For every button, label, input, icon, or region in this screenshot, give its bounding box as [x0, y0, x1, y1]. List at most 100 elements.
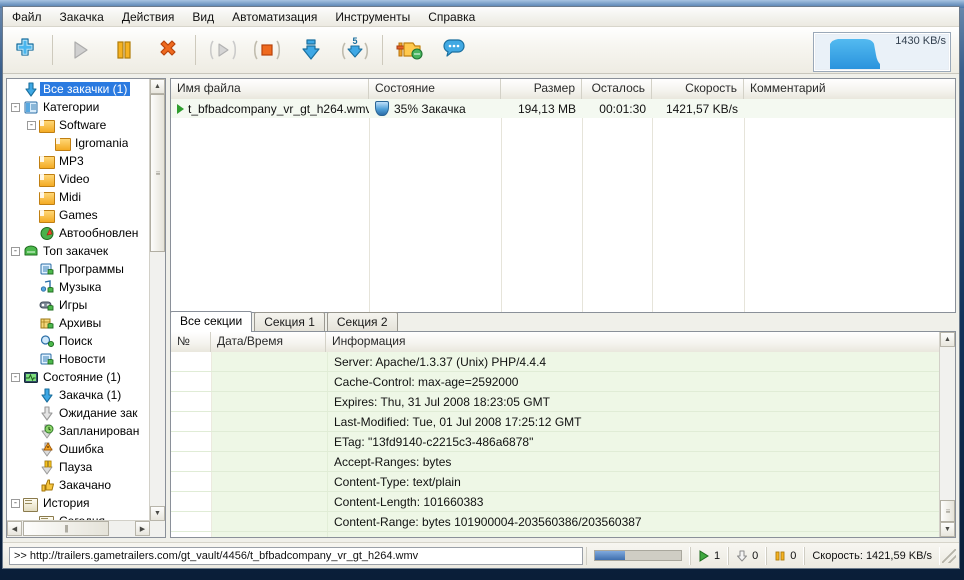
menu-help[interactable]: Справка: [419, 8, 484, 26]
paused-icon: [39, 460, 55, 475]
start-download-button[interactable]: [59, 29, 101, 71]
waiting-icon: [39, 405, 55, 421]
comment-button[interactable]: [433, 29, 475, 71]
menu-tools[interactable]: Инструменты: [326, 8, 419, 26]
tree-item-completed[interactable]: Закачано: [7, 476, 150, 494]
tree-item-mp3[interactable]: MP3: [7, 152, 150, 170]
list-item[interactable]: Last-Modified: Tue, 01 Jul 2008 17:25:12…: [171, 412, 939, 432]
delete-download-button[interactable]: [147, 29, 189, 71]
table-row[interactable]: t_bfbadcompany_vr_gt_h264.wmv 35% Закачка…: [171, 99, 955, 118]
pause-download-button[interactable]: [103, 29, 145, 71]
active-count-label: 1: [713, 549, 721, 562]
sidebar: Все закачки (1) - Категории - Software Igroma…: [6, 78, 166, 538]
tab-section-2[interactable]: Секция 2: [326, 312, 398, 332]
sidebar-vertical-scrollbar[interactable]: ▲ ≡ ▼: [149, 79, 165, 521]
log-tab-bar[interactable]: Все секции Секция 1 Секция 2: [170, 311, 956, 332]
log-scroll-up-button[interactable]: ▲: [940, 332, 955, 347]
status-paused-count: 0: [766, 546, 805, 565]
menu-automation[interactable]: Автоматизация: [223, 8, 326, 26]
grid-column-divider: [652, 99, 653, 312]
log-panel: № Дата/Время Информация Server: Apache/1…: [170, 331, 956, 538]
scroll-thumb[interactable]: ≡: [150, 94, 165, 252]
tree-item-paused[interactable]: Пауза: [7, 458, 150, 476]
log-header-row[interactable]: № Дата/Время Информация: [171, 332, 955, 353]
downloads-column-header[interactable]: Имя файла: [171, 79, 369, 99]
open-folder-button[interactable]: [389, 29, 431, 71]
add-download-button[interactable]: [4, 29, 46, 71]
tree-expander-icon[interactable]: -: [11, 246, 20, 256]
log-cell-info: Content-Range: bytes 101900004-203560386…: [334, 514, 642, 529]
menu-file[interactable]: Файл: [3, 8, 51, 26]
list-item[interactable]: Server: Apache/1.3.37 (Unix) PHP/4.4.4: [171, 352, 939, 372]
tree-item-error[interactable]: Ошибка: [7, 440, 150, 458]
tree-item-waiting[interactable]: Ожидание зак: [7, 404, 150, 422]
scroll-left-button[interactable]: ◀: [7, 521, 22, 536]
progress-bar-fill: [594, 551, 626, 560]
list-item[interactable]: Content-Range: bytes 101900004-203560386…: [171, 512, 939, 532]
tree-item-label: Igromania: [75, 136, 129, 150]
scroll-thumb-h[interactable]: |||: [23, 521, 109, 536]
tree-item-programs[interactable]: Программы: [7, 260, 150, 278]
tree-item-status[interactable]: - Состояние (1): [7, 368, 150, 386]
menu-actions[interactable]: Действия: [113, 8, 184, 26]
tree-item-music[interactable]: Музыка: [7, 278, 150, 296]
resize-grip[interactable]: [942, 548, 956, 563]
downloads-column-header[interactable]: Осталось: [582, 79, 652, 99]
tree-expander-icon[interactable]: -: [27, 120, 36, 130]
tree-item-autoupdate[interactable]: Автообновлен: [7, 224, 150, 242]
log-vertical-scrollbar[interactable]: ▲ ≡ ▼: [939, 332, 955, 537]
log-scroll-thumb[interactable]: ≡: [940, 500, 955, 522]
downloads-column-header[interactable]: Размер: [501, 79, 582, 99]
tree-item-video[interactable]: Video: [7, 170, 150, 188]
list-item[interactable]: Expires: Thu, 31 Jul 2008 18:23:05 GMT: [171, 392, 939, 412]
log-cell-num: [171, 532, 212, 537]
downloads-column-header[interactable]: Комментарий: [744, 79, 955, 99]
move-down-button[interactable]: [290, 29, 332, 71]
tree-item-igromania[interactable]: Igromania: [7, 134, 150, 152]
tree-item-games-top[interactable]: Игры: [7, 296, 150, 314]
tree-item-games[interactable]: Games: [7, 206, 150, 224]
log-rows[interactable]: Server: Apache/1.3.37 (Unix) PHP/4.4.4 Ca…: [171, 352, 939, 537]
tree-item-downloading[interactable]: Закачка (1): [7, 386, 150, 404]
list-item[interactable]: Cache-Control: max-age=2592000: [171, 372, 939, 392]
downloads-body[interactable]: t_bfbadcompany_vr_gt_h264.wmv 35% Закачка…: [171, 99, 955, 312]
list-item[interactable]: Connection: close: [171, 532, 939, 537]
menu-download[interactable]: Закачка: [51, 8, 113, 26]
scroll-right-button[interactable]: ▶: [135, 521, 150, 536]
tree-item-categories[interactable]: - Категории: [7, 98, 150, 116]
waiting-count-label: 0: [752, 549, 759, 562]
tree-expander-icon[interactable]: -: [11, 372, 20, 382]
log-scroll-down-button[interactable]: ▼: [940, 522, 955, 537]
log-cell-info: Last-Modified: Tue, 01 Jul 2008 17:25:12…: [334, 414, 582, 429]
downloads-header-row[interactable]: Имя файла Состояние Размер Осталось Скорость…: [171, 79, 955, 100]
toolbar-separator: [52, 35, 53, 65]
tree-item-news[interactable]: Новости: [7, 350, 150, 368]
list-item[interactable]: Content-Length: 101660383: [171, 492, 939, 512]
tab-section-1[interactable]: Секция 1: [254, 312, 325, 332]
menu-view[interactable]: Вид: [183, 8, 223, 26]
tree-item-software[interactable]: - Software: [7, 116, 150, 134]
tree-item-archives[interactable]: Архивы: [7, 314, 150, 332]
tree-item-scheduled[interactable]: Запланирован: [7, 422, 150, 440]
tree-expander-icon[interactable]: -: [11, 102, 20, 112]
log-cell-datetime: [212, 392, 328, 411]
tree-item-search[interactable]: Поиск: [7, 332, 150, 350]
sidebar-horizontal-scrollbar[interactable]: ◀ ||| ▶: [7, 520, 150, 537]
tree-item-history[interactable]: - История: [7, 494, 150, 512]
list-item[interactable]: Content-Type: text/plain: [171, 472, 939, 492]
tab-all-sections[interactable]: Все секции: [170, 311, 253, 332]
tree-item-all-downloads[interactable]: Все закачки (1): [7, 80, 150, 98]
category-tree[interactable]: Все закачки (1) - Категории - Software Igroma…: [7, 79, 150, 521]
stop-all-button[interactable]: [246, 29, 288, 71]
tree-expander-icon[interactable]: -: [11, 498, 20, 508]
scroll-down-button[interactable]: ▼: [150, 506, 165, 521]
start-all-button[interactable]: [202, 29, 244, 71]
download-limit-button[interactable]: 5: [334, 29, 376, 71]
tree-item-midi[interactable]: Midi: [7, 188, 150, 206]
scroll-up-button[interactable]: ▲: [150, 79, 165, 94]
list-item[interactable]: Accept-Ranges: bytes: [171, 452, 939, 472]
downloads-column-header[interactable]: Скорость: [652, 79, 744, 99]
list-item[interactable]: ETag: "13fd9140-c2215c3-486a6878": [171, 432, 939, 452]
downloads-column-header[interactable]: Состояние: [369, 79, 501, 99]
tree-item-top-downloads[interactable]: - Топ закачек: [7, 242, 150, 260]
